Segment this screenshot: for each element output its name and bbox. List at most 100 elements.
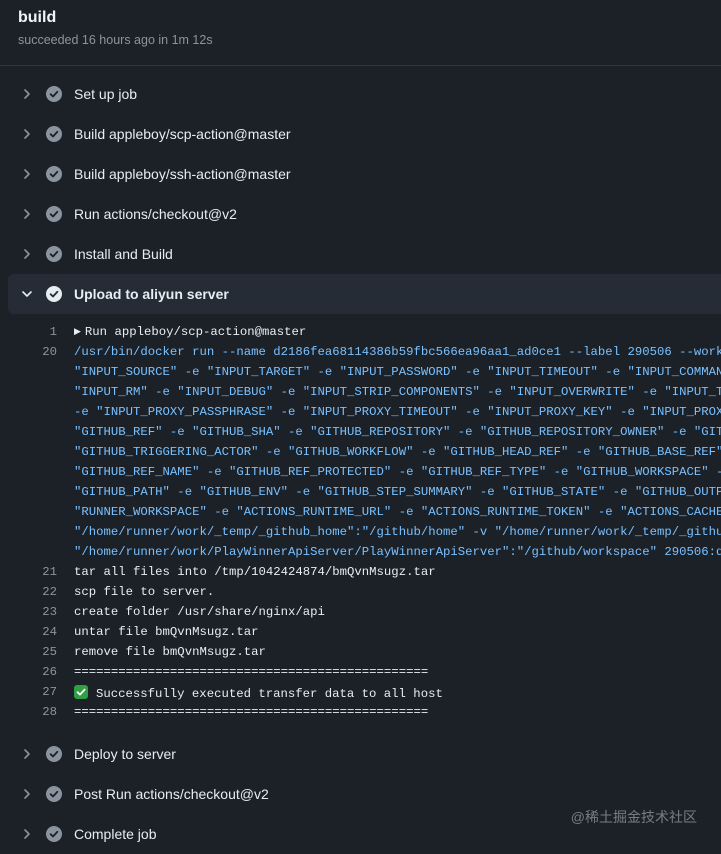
log-text: "/home/runner/work/PlayWinnerApiServer/P… <box>74 545 721 559</box>
log-line: "INPUT_RM" -e "INPUT_DEBUG" -e "INPUT_ST… <box>0 382 721 402</box>
log-text-content: "RUNNER_WORKSPACE" -e "ACTIONS_RUNTIME_U… <box>74 505 721 519</box>
log-text: ========================================… <box>74 705 428 719</box>
log-text-content: -e "INPUT_PROXY_PASSPHRASE" -e "INPUT_PR… <box>74 405 721 419</box>
log-text-content: create folder /usr/share/nginx/api <box>74 605 325 619</box>
log-text: untar file bmQvnMsugz.tar <box>74 625 258 639</box>
log-line: 24 untar file bmQvnMsugz.tar <box>0 622 721 642</box>
line-number[interactable]: 20 <box>0 345 57 359</box>
step-row[interactable]: Install and Build <box>0 234 721 274</box>
log-line: "RUNNER_WORKSPACE" -e "ACTIONS_RUNTIME_U… <box>0 502 721 522</box>
check-circle-icon <box>46 206 62 222</box>
line-number[interactable]: 22 <box>0 585 57 599</box>
log-text-content: /usr/bin/docker run --name d2186fea68114… <box>74 345 721 359</box>
chevron-right-icon <box>20 87 34 101</box>
log-text-content: ========================================… <box>74 705 429 719</box>
job-status-line: succeeded 16 hours ago in 1m 12s <box>18 33 213 47</box>
log-line: "INPUT_SOURCE" -e "INPUT_TARGET" -e "INP… <box>0 362 721 382</box>
log-line: 23 create folder /usr/share/nginx/api <box>0 602 721 622</box>
steps-list-bottom: Deploy to server Post Run actions/checkou… <box>0 734 721 854</box>
log-text-content: "GITHUB_TRIGGERING_ACTOR" -e "GITHUB_WOR… <box>74 445 721 459</box>
chevron-right-icon <box>20 787 34 801</box>
check-circle-icon <box>46 746 62 762</box>
log-text: "RUNNER_WORKSPACE" -e "ACTIONS_RUNTIME_U… <box>74 505 721 519</box>
line-number[interactable]: 27 <box>0 685 57 699</box>
check-circle-icon <box>46 126 62 142</box>
check-circle-icon <box>46 246 62 262</box>
log-text-content: "/home/runner/work/PlayWinnerApiServer/P… <box>74 545 721 559</box>
step-label: Complete job <box>74 826 157 842</box>
line-number[interactable]: 28 <box>0 705 57 719</box>
log-text-content: ========================================… <box>74 665 429 679</box>
job-title: build <box>18 9 57 26</box>
line-number[interactable]: 26 <box>0 665 57 679</box>
line-number[interactable]: 24 <box>0 625 57 639</box>
log-line: "GITHUB_PATH" -e "GITHUB_ENV" -e "GITHUB… <box>0 482 721 502</box>
log-text-content: untar file bmQvnMsugz.tar <box>74 625 259 639</box>
log-text-content: tar all files into /tmp/1042424874/bmQvn… <box>74 565 436 579</box>
step-row[interactable]: Deploy to server <box>0 734 721 774</box>
log-text-content: scp file to server. <box>74 585 215 599</box>
log-line: 27 Successfully executed transfer data to… <box>0 682 721 702</box>
log-line: "GITHUB_REF" -e "GITHUB_SHA" -e "GITHUB_… <box>0 422 721 442</box>
log-text: "INPUT_RM" -e "INPUT_DEBUG" -e "INPUT_ST… <box>74 385 721 399</box>
steps-list-top: Set up job Build appleboy/scp-action@mast… <box>0 74 721 274</box>
step-label: Post Run actions/checkout@v2 <box>74 786 269 802</box>
log-text: remove file bmQvnMsugz.tar <box>74 645 266 659</box>
log-text-content: "GITHUB_REF_NAME" -e "GITHUB_REF_PROTECT… <box>74 465 721 479</box>
log-line: 1 ▶ Run appleboy/scp-action@master <box>0 322 721 342</box>
step-label: Deploy to server <box>74 746 176 762</box>
log-text: -e "INPUT_PROXY_PASSPHRASE" -e "INPUT_PR… <box>74 405 721 419</box>
log-text-content: "/home/runner/work/_temp/_github_home":"… <box>74 525 721 539</box>
log-text: "GITHUB_REF_NAME" -e "GITHUB_REF_PROTECT… <box>74 465 721 479</box>
step-label: Build appleboy/ssh-action@master <box>74 166 291 182</box>
step-row[interactable]: Build appleboy/scp-action@master <box>0 114 721 154</box>
log-line: 22 scp file to server. <box>0 582 721 602</box>
log-text-content: "GITHUB_PATH" -e "GITHUB_ENV" -e "GITHUB… <box>74 485 721 499</box>
log-text: /usr/bin/docker run --name d2186fea68114… <box>74 345 721 359</box>
chevron-right-icon <box>20 127 34 141</box>
log-line: "/home/runner/work/_temp/_github_home":"… <box>0 522 721 542</box>
expand-triangle-icon[interactable]: ▶ <box>74 327 81 337</box>
log-text: "GITHUB_REF" -e "GITHUB_SHA" -e "GITHUB_… <box>74 425 721 439</box>
line-number[interactable]: 23 <box>0 605 57 619</box>
step-label: Build appleboy/scp-action@master <box>74 126 291 142</box>
log-line: "GITHUB_TRIGGERING_ACTOR" -e "GITHUB_WOR… <box>0 442 721 462</box>
log-line: 21 tar all files into /tmp/1042424874/bmQ… <box>0 562 721 582</box>
log-text: ▶ Run appleboy/scp-action@master <box>74 325 306 339</box>
chevron-right-icon <box>20 827 34 841</box>
step-row[interactable]: Build appleboy/ssh-action@master <box>0 154 721 194</box>
check-circle-icon <box>46 826 62 842</box>
log-text: scp file to server. <box>74 585 214 599</box>
check-circle-icon <box>46 86 62 102</box>
step-row[interactable]: Set up job <box>0 74 721 114</box>
log-text-content: "INPUT_SOURCE" -e "INPUT_TARGET" -e "INP… <box>74 365 721 379</box>
log-text: "GITHUB_TRIGGERING_ACTOR" -e "GITHUB_WOR… <box>74 445 721 459</box>
line-number[interactable]: 25 <box>0 645 57 659</box>
log-line: 20/usr/bin/docker run --name d2186fea681… <box>0 342 721 362</box>
log-text: "GITHUB_PATH" -e "GITHUB_ENV" -e "GITHUB… <box>74 485 721 499</box>
log-text-content: "INPUT_RM" -e "INPUT_DEBUG" -e "INPUT_ST… <box>74 385 721 399</box>
step-upload-to-aliyun-server[interactable]: Upload to aliyun server <box>8 274 721 314</box>
log-line: "/home/runner/work/PlayWinnerApiServer/P… <box>0 542 721 562</box>
line-number[interactable]: 1 <box>0 325 57 339</box>
log-text-content: "GITHUB_REF" -e "GITHUB_SHA" -e "GITHUB_… <box>74 425 721 439</box>
chevron-right-icon <box>20 207 34 221</box>
log-text: tar all files into /tmp/1042424874/bmQvn… <box>74 565 436 579</box>
log-text: ========================================… <box>74 665 428 679</box>
log-text: Successfully executed transfer data to a… <box>74 685 443 701</box>
log-text-content: Run appleboy/scp-action@master <box>84 325 307 339</box>
check-mark-emoji-icon <box>74 685 88 699</box>
check-circle-icon <box>46 286 62 302</box>
check-circle-icon <box>46 786 62 802</box>
chevron-right-icon <box>20 167 34 181</box>
check-circle-icon <box>46 166 62 182</box>
watermark: @稀土掘金技术社区 <box>570 809 697 825</box>
line-number[interactable]: 21 <box>0 565 57 579</box>
step-label: Upload to aliyun server <box>74 286 229 302</box>
log-text-content: Successfully executed transfer data to a… <box>96 687 443 701</box>
log-text: create folder /usr/share/nginx/api <box>74 605 325 619</box>
step-row[interactable]: Run actions/checkout@v2 <box>0 194 721 234</box>
log-line: 28 ======================================… <box>0 702 721 722</box>
job-header: build succeeded 16 hours ago in 1m 12s <box>0 0 721 66</box>
step-label: Install and Build <box>74 246 173 262</box>
